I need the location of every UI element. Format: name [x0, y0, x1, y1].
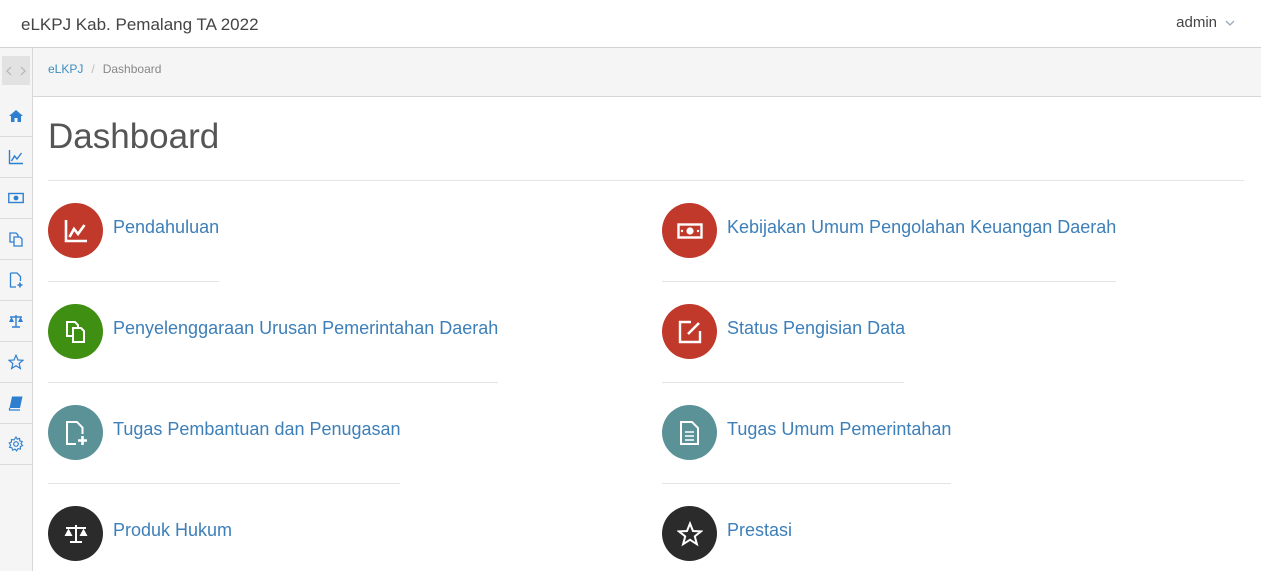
star-icon [8, 354, 24, 370]
star-icon [676, 520, 703, 546]
tile-icon-circle [48, 506, 103, 561]
book-icon [8, 396, 23, 411]
breadcrumb: eLKPJ / Dashboard [48, 62, 161, 76]
edit-icon [678, 320, 701, 343]
tile-icon-circle [662, 304, 717, 359]
sidebar-item-settings[interactable] [0, 424, 32, 465]
page-title: Dashboard [48, 117, 220, 156]
file-plus-icon [9, 272, 23, 288]
sidebar-item-money[interactable] [0, 178, 32, 219]
tile-pendahuluan[interactable]: Pendahuluan [48, 203, 219, 258]
file-plus-icon [65, 420, 87, 445]
tile-icon-circle [48, 203, 103, 258]
tile-label: Status Pengisian Data [727, 318, 906, 338]
tile-icon-circle [48, 405, 103, 460]
home-icon [9, 110, 23, 122]
user-menu[interactable]: admin [1176, 14, 1235, 31]
tile-label: Penyelenggaraan Urusan Pemerintahan Daer… [113, 318, 499, 338]
sidebar-item-legal[interactable] [0, 301, 32, 342]
top-bar: eLKPJ Kab. Pemalang TA 2022 admin [0, 0, 1261, 48]
tile-produk-hukum[interactable]: Produk Hukum [48, 506, 232, 561]
user-name: admin [1176, 14, 1217, 31]
sidebar-item-home[interactable] [0, 96, 32, 137]
tile-status-pengisian[interactable]: Status Pengisian Data [662, 304, 905, 359]
chevron-down-icon [1225, 20, 1235, 26]
breadcrumb-root-link[interactable]: eLKPJ [48, 62, 83, 76]
tile-tugas-pembantuan[interactable]: Tugas Pembantuan dan Penugasan [48, 405, 401, 460]
tile-icon-circle [662, 203, 717, 258]
money-icon [8, 192, 24, 204]
tile-divider [48, 382, 498, 383]
tile-icon-circle [662, 506, 717, 561]
title-divider [48, 180, 1244, 181]
tile-penyelenggaraan-urusan[interactable]: Penyelenggaraan Urusan Pemerintahan Daer… [48, 304, 498, 359]
tile-label: Tugas Pembantuan dan Penugasan [113, 419, 401, 439]
line-chart-icon [64, 219, 87, 242]
sidebar [0, 48, 33, 571]
tile-label: Prestasi [727, 520, 793, 540]
sidebar-toggle-button[interactable] [2, 56, 30, 85]
tile-divider [48, 281, 219, 282]
balance-scale-icon [9, 315, 23, 328]
tile-icon-circle [48, 304, 103, 359]
tile-divider [662, 281, 1116, 282]
sidebar-item-book[interactable] [0, 383, 32, 424]
tile-kebijakan-umum[interactable]: Kebijakan Umum Pengolahan Keuangan Daera… [662, 203, 1116, 258]
sidebar-item-copy[interactable] [0, 219, 32, 260]
tile-tugas-umum[interactable]: Tugas Umum Pemerintahan [662, 405, 951, 460]
sidebar-item-file-plus[interactable] [0, 260, 32, 301]
money-icon [676, 222, 703, 239]
tile-label: Produk Hukum [113, 520, 233, 540]
tile-label: Kebijakan Umum Pengolahan Keuangan Daera… [727, 217, 1117, 237]
tile-prestasi[interactable]: Prestasi [662, 506, 792, 561]
gear-icon [8, 436, 24, 452]
tile-divider [662, 382, 904, 383]
code-arrows-icon [6, 66, 26, 75]
tile-label: Tugas Umum Pemerintahan [727, 419, 952, 439]
tile-divider [48, 483, 400, 484]
sidebar-item-chart[interactable] [0, 137, 32, 178]
sidebar-item-achievement[interactable] [0, 342, 32, 383]
document-icon [679, 420, 699, 445]
balance-scale-icon [64, 524, 87, 543]
line-chart-icon [8, 150, 23, 165]
copy-icon [65, 320, 85, 343]
copy-icon [9, 232, 23, 247]
breadcrumb-current: Dashboard [102, 62, 162, 76]
tile-divider [662, 483, 951, 484]
breadcrumb-bar: eLKPJ / Dashboard [33, 48, 1261, 97]
tile-label: Pendahuluan [113, 217, 220, 237]
app-title[interactable]: eLKPJ Kab. Pemalang TA 2022 [21, 15, 259, 35]
tile-icon-circle [662, 405, 717, 460]
breadcrumb-separator: / [91, 62, 95, 76]
